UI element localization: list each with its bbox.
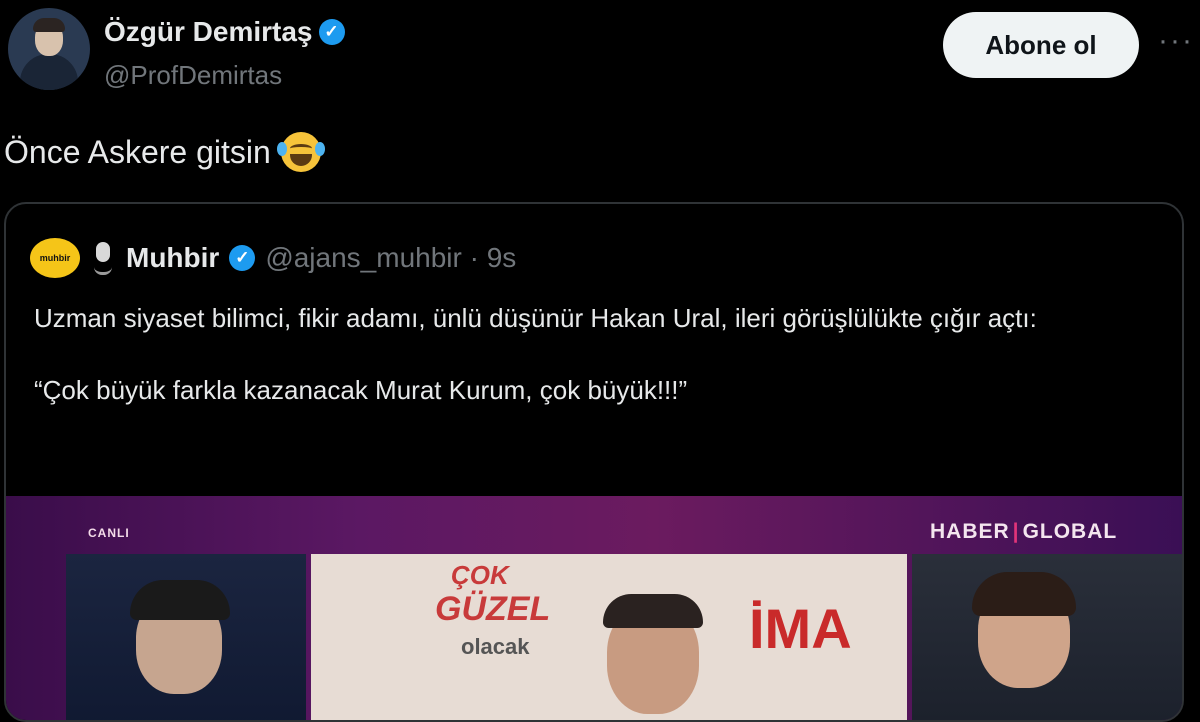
person-center-hair	[603, 594, 703, 628]
quoted-paragraph-2: “Çok büyük farkla kazanacak Murat Kurum,…	[34, 375, 688, 405]
avatar-hair	[33, 18, 65, 32]
muhbir-logo-icon[interactable]: muhbir	[30, 238, 80, 278]
author-display-name[interactable]: Özgür Demirtaş	[104, 16, 313, 48]
video-panel-right	[912, 554, 1182, 720]
quoted-tweet-body: Uzman siyaset bilimci, fikir adamı, ünlü…	[34, 300, 1154, 408]
emoji-tear-right	[314, 142, 325, 156]
quoted-video-thumbnail[interactable]: CANLI HABER | GLOBAL ÇOK GÜZEL olacak İMA	[6, 496, 1182, 720]
more-options-icon[interactable]: ···	[1156, 26, 1196, 66]
person-left-hair	[130, 580, 230, 620]
video-panel-center: ÇOK GÜZEL olacak İMA	[311, 554, 907, 720]
channel-logo-right: GLOBAL	[1022, 520, 1118, 543]
quoted-handle-time[interactable]: @ajans_muhbir · 9s	[265, 242, 516, 274]
author-avatar[interactable]	[8, 8, 90, 90]
channel-logo: HABER | GLOBAL	[930, 520, 1117, 544]
quoted-display-name[interactable]: Muhbir	[126, 242, 219, 274]
slogan-top: ÇOK	[451, 560, 509, 590]
quoted-verified-badge-icon: ✓	[229, 245, 256, 271]
video-panel-left	[66, 554, 306, 720]
verified-badge-icon: ✓	[318, 19, 345, 45]
channel-logo-separator: |	[1012, 520, 1020, 543]
emoji-tear-left	[276, 142, 287, 156]
live-label: CANLI	[88, 526, 130, 540]
tweet-text: Önce Askere gitsin	[4, 132, 325, 172]
avatar-suit	[20, 54, 78, 90]
microphone-icon	[90, 240, 116, 276]
author-handle[interactable]: @ProfDemirtas	[104, 60, 282, 91]
person-right-hair	[972, 572, 1076, 616]
channel-logo-left: HABER	[930, 520, 1010, 543]
tears-of-joy-emoji-icon	[276, 132, 325, 172]
follow-button[interactable]: Abone ol	[943, 12, 1139, 78]
author-name-row: Özgür Demirtaş ✓	[104, 16, 345, 48]
quoted-tweet-card[interactable]: muhbir Muhbir ✓ @ajans_muhbir · 9s Uzman…	[4, 202, 1184, 722]
slogan-middle: GÜZEL	[435, 590, 551, 628]
background-word: İMA	[749, 597, 852, 660]
tweet-text-content: Önce Askere gitsin	[4, 133, 271, 170]
quoted-paragraph-1: Uzman siyaset bilimci, fikir adamı, ünlü…	[34, 303, 1037, 333]
quoted-tweet-header: muhbir Muhbir ✓ @ajans_muhbir · 9s	[30, 238, 516, 278]
slogan-bottom: olacak	[461, 634, 530, 659]
